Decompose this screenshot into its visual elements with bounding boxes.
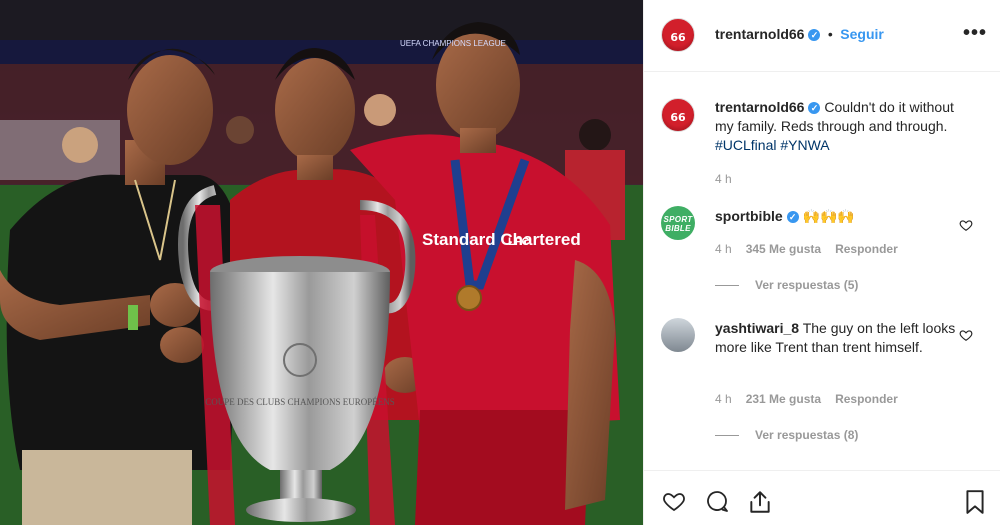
- heart-icon[interactable]: [959, 218, 973, 232]
- follow-button[interactable]: Seguir: [840, 26, 884, 42]
- view-replies-button[interactable]: Ver respuestas (5): [715, 278, 858, 292]
- verified-icon: ✓: [786, 211, 799, 223]
- replies-divider: [715, 285, 739, 287]
- caption-meta: 4 h: [715, 172, 746, 186]
- comments-list[interactable]: 66 trentarnold66 ✓ Couldn't do it without…: [644, 72, 1000, 470]
- verified-icon: ✓: [808, 29, 821, 41]
- sportbible-avatar[interactable]: SPORT BIBLE: [661, 206, 695, 240]
- author-avatar[interactable]: 66: [661, 18, 695, 52]
- comment-item: yashtiwari_8 The guy on the left looks m…: [715, 319, 965, 357]
- caption-username[interactable]: trentarnold66: [715, 99, 804, 115]
- heart-icon[interactable]: [959, 328, 973, 342]
- avatar-badge: 66: [670, 31, 686, 44]
- post-photo[interactable]: Standard Chartered LFC COUPE DES CLUBS C…: [0, 0, 643, 525]
- hashtag-link[interactable]: #UCLfinal: [715, 137, 776, 153]
- comment-item: sportbible ✓ 🙌🙌🙌: [715, 207, 965, 226]
- comment-time: 4 h: [715, 392, 732, 406]
- comment-text: 🙌🙌🙌: [802, 208, 855, 224]
- caption-time: 4 h: [715, 172, 732, 186]
- banner-text: UEFA CHAMPIONS LEAGUE: [400, 39, 506, 48]
- heart-icon[interactable]: [661, 489, 687, 513]
- post-side-panel: 66 trentarnold66 ✓ • Seguir ••• 66 trenta…: [643, 0, 1000, 525]
- action-bar: [644, 470, 1000, 525]
- comment-meta: 4 h 231 Me gusta Responder: [715, 392, 912, 406]
- caption-comment: trentarnold66 ✓ Couldn't do it without my…: [715, 98, 965, 155]
- replies-divider: [715, 435, 739, 437]
- yashtiwari-avatar[interactable]: [661, 318, 695, 352]
- more-icon[interactable]: •••: [963, 23, 987, 43]
- comment-likes[interactable]: 231 Me gusta: [746, 392, 821, 406]
- verified-icon: ✓: [808, 102, 821, 114]
- hashtag-link[interactable]: #YNWA: [780, 137, 829, 153]
- header-separator: •: [827, 26, 833, 42]
- post-header: 66 trentarnold66 ✓ • Seguir •••: [644, 0, 1000, 72]
- comment-time: 4 h: [715, 242, 732, 256]
- photo-illustration: Standard Chartered LFC COUPE DES CLUBS C…: [0, 0, 643, 525]
- sponsor-text: Standard Chartered: [422, 230, 581, 249]
- bookmark-icon[interactable]: [964, 489, 986, 515]
- trophy-text: COUPE DES CLUBS CHAMPIONS EUROPÉENS: [205, 397, 395, 407]
- view-replies-label: Ver respuestas (5): [755, 278, 859, 292]
- view-replies-button[interactable]: Ver respuestas (8): [715, 428, 858, 442]
- reply-button[interactable]: Responder: [835, 242, 898, 256]
- author-line: trentarnold66 ✓ • Seguir: [715, 26, 884, 44]
- comment-icon[interactable]: [704, 489, 730, 513]
- club-text: LFC: [508, 236, 529, 248]
- comment-username[interactable]: sportbible: [715, 208, 783, 224]
- author-username[interactable]: trentarnold66: [715, 26, 804, 42]
- caption-avatar[interactable]: 66: [661, 98, 695, 132]
- view-replies-label: Ver respuestas (8): [755, 428, 859, 442]
- comment-username[interactable]: yashtiwari_8: [715, 320, 799, 336]
- caption-avatar-badge: 66: [670, 111, 686, 124]
- reply-button[interactable]: Responder: [835, 392, 898, 406]
- comment-meta: 4 h 345 Me gusta Responder: [715, 242, 912, 256]
- comment-likes[interactable]: 345 Me gusta: [746, 242, 821, 256]
- share-icon[interactable]: [747, 489, 773, 515]
